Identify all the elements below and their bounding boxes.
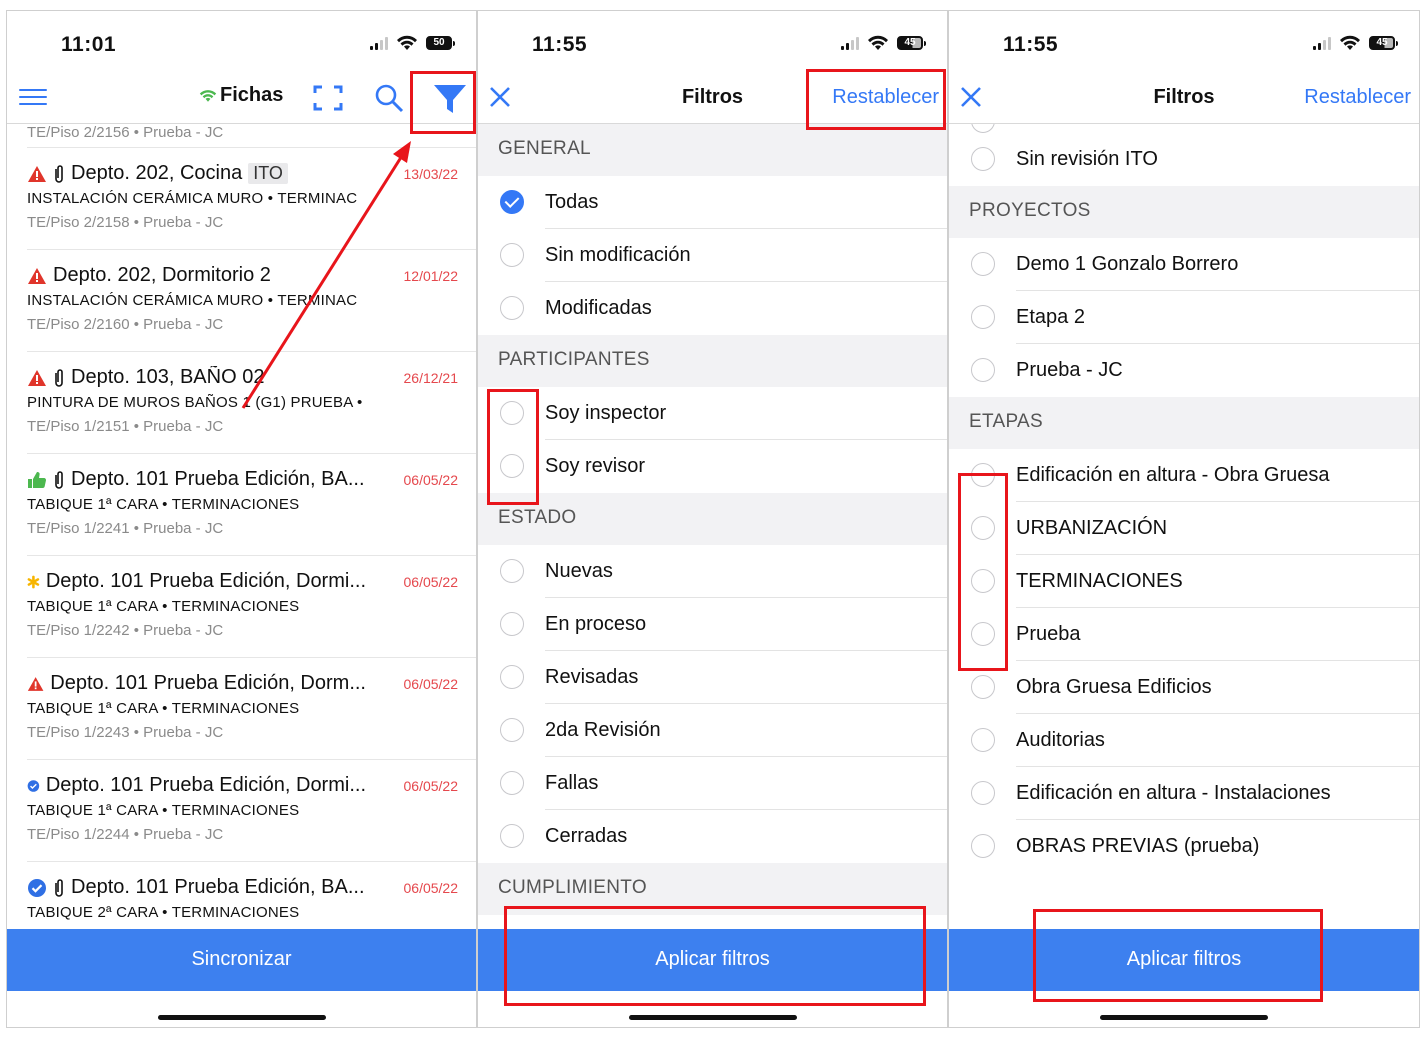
radio[interactable] (971, 834, 995, 858)
radio[interactable] (500, 559, 524, 583)
apply-highlight-box (504, 906, 926, 1006)
filtros-scrolled-screen: 11:55 45 Filtros Restablecer Sin revisió… (948, 10, 1420, 1028)
battery-icon: 45 (1369, 36, 1398, 50)
status-time: 11:55 (1003, 33, 1059, 56)
status-icons: 45 (1313, 35, 1398, 51)
filter-option[interactable]: Soy revisor (478, 440, 947, 493)
radio[interactable] (971, 728, 995, 752)
filter-option[interactable]: Prueba - JC (949, 344, 1419, 397)
filter-option[interactable]: Sin revisión ITO (949, 133, 1419, 186)
signal-icon (1313, 36, 1331, 50)
filter-list: GENERAL Todas Sin modificación Modificad… (478, 124, 947, 929)
status-bar: 11:55 45 (949, 11, 1419, 71)
filter-option[interactable]: Revisadas (478, 651, 947, 704)
filter-option[interactable]: Sin modificación (478, 229, 947, 282)
filter-option[interactable]: Cerradas (478, 810, 947, 863)
filter-option[interactable]: Auditorias (949, 714, 1419, 767)
wifi-icon (868, 35, 888, 50)
section-header: ETAPAS (949, 397, 1419, 449)
status-icons: 45 (841, 35, 926, 51)
filter-option[interactable]: Nuevas (478, 545, 947, 598)
radio[interactable] (971, 675, 995, 699)
radio[interactable] (500, 612, 524, 636)
radio[interactable] (500, 824, 524, 848)
radio[interactable] (971, 147, 995, 171)
filter-option[interactable]: Modificadas (478, 282, 947, 335)
radio[interactable] (971, 358, 995, 382)
section-header: GENERAL (478, 124, 947, 176)
battery-icon: 45 (897, 36, 926, 50)
filter-list: Sin revisión ITO PROYECTOS Demo 1 Gonzal… (949, 124, 1419, 929)
filter-option[interactable]: Prueba (949, 608, 1419, 661)
home-indicator (628, 1015, 797, 1020)
filter-option[interactable]: Todas (478, 176, 947, 229)
radio-checked[interactable] (500, 190, 524, 214)
filter-option[interactable]: OBRAS PREVIAS (prueba) (949, 820, 1419, 873)
filter-option[interactable]: Etapa 2 (949, 291, 1419, 344)
home-indicator (1100, 1015, 1268, 1020)
filter-option[interactable]: URBANIZACIÓN (949, 502, 1419, 555)
radio[interactable] (971, 252, 995, 276)
filtros-nav-bar: Filtros Restablecer (949, 71, 1419, 124)
radio[interactable] (500, 771, 524, 795)
filter-option[interactable]: Fallas (478, 757, 947, 810)
fichas-screen: 11:01 50 Fichas TE/Piso 2/2156 • Prueba … (6, 10, 477, 1028)
reset-button[interactable]: Restablecer (1304, 71, 1411, 123)
filter-option[interactable]: TERMINACIONES (949, 555, 1419, 608)
filter-option[interactable]: 2da Revisión (478, 704, 947, 757)
participants-highlight-box (487, 389, 539, 505)
annotation-arrow (241, 141, 411, 409)
stages-highlight-box (958, 473, 1008, 671)
radio[interactable] (500, 296, 524, 320)
radio[interactable] (971, 305, 995, 329)
section-header: PROYECTOS (949, 186, 1419, 238)
status-bar: 11:55 45 (478, 11, 947, 71)
status-time: 11:55 (532, 33, 588, 56)
section-header: ESTADO (478, 493, 947, 545)
filter-option[interactable]: Edificación en altura - Instalaciones (949, 767, 1419, 820)
radio[interactable] (500, 243, 524, 267)
radio[interactable] (500, 718, 524, 742)
filter-option[interactable]: Obra Gruesa Edificios (949, 661, 1419, 714)
filter-option[interactable]: Demo 1 Gonzalo Borrero (949, 238, 1419, 291)
filter-option[interactable]: Edificación en altura - Obra Gruesa (949, 449, 1419, 502)
reset-highlight-box (806, 69, 946, 130)
filter-option[interactable]: En proceso (478, 598, 947, 651)
radio[interactable] (971, 781, 995, 805)
radio[interactable] (500, 665, 524, 689)
signal-icon (841, 36, 859, 50)
apply-highlight-box (1033, 909, 1323, 1002)
filtros-screen: 11:55 45 Filtros Restablecer GENERAL Tod… (477, 10, 948, 1028)
filter-option[interactable]: Soy inspector (478, 387, 947, 440)
wifi-icon (1340, 35, 1360, 50)
section-header: PARTICIPANTES (478, 335, 947, 387)
cut-off-option (949, 124, 1419, 133)
